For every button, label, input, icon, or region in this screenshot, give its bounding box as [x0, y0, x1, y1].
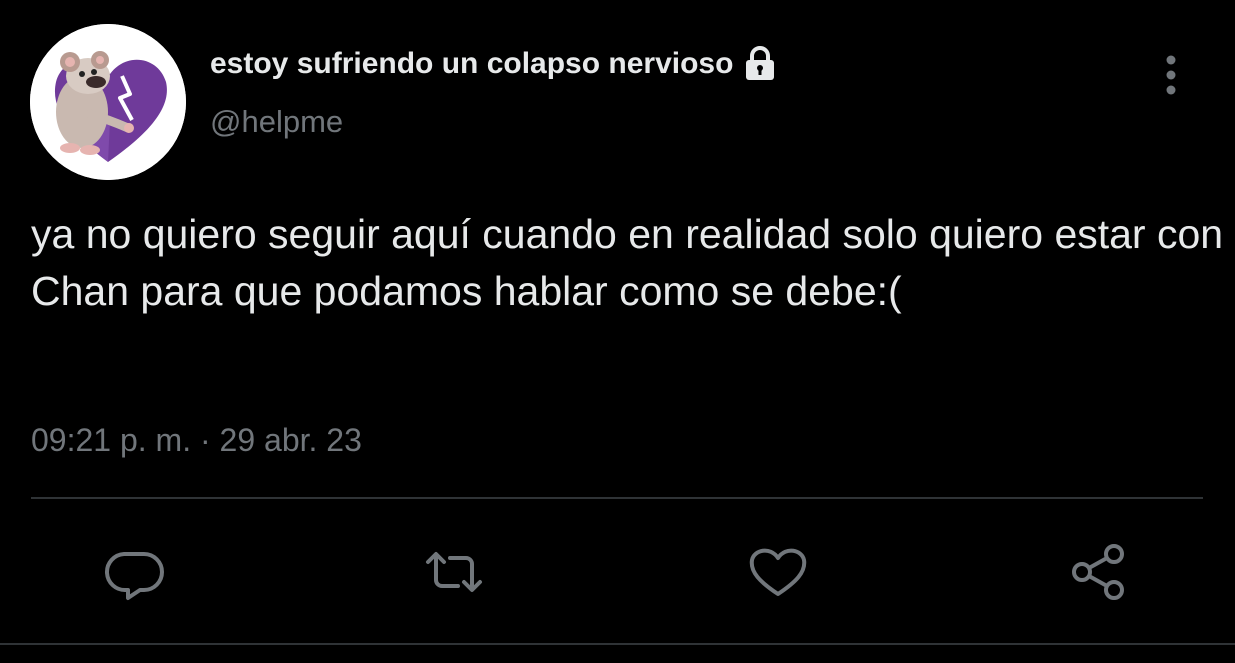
retweet-arrows-icon [426, 552, 482, 592]
tweet-timestamp[interactable]: 09:21 p. m. · 29 abr. 23 [31, 422, 362, 459]
speech-bubble-icon [104, 552, 164, 600]
reply-button[interactable] [104, 540, 168, 604]
heart-outline-icon [749, 548, 807, 596]
display-name-row: estoy sufriendo un colapso nervioso [210, 42, 779, 86]
tweet-card: estoy sufriendo un colapso nervioso @hel… [0, 0, 1235, 663]
avatar-image [30, 24, 186, 180]
display-name[interactable]: estoy sufriendo un colapso nervioso [210, 47, 733, 81]
user-handle[interactable]: @helpme [210, 104, 343, 140]
divider [0, 643, 1235, 645]
lock-icon [741, 45, 779, 83]
retweet-button[interactable] [422, 540, 486, 604]
divider [31, 497, 1203, 499]
share-button[interactable] [1068, 540, 1132, 604]
like-button[interactable] [746, 540, 810, 604]
share-nodes-icon [1072, 544, 1124, 600]
avatar[interactable] [30, 24, 186, 180]
tweet-text: ya no quiero seguir aquí cuando en reali… [31, 211, 1224, 314]
vertical-ellipsis-icon[interactable] [1154, 52, 1188, 98]
